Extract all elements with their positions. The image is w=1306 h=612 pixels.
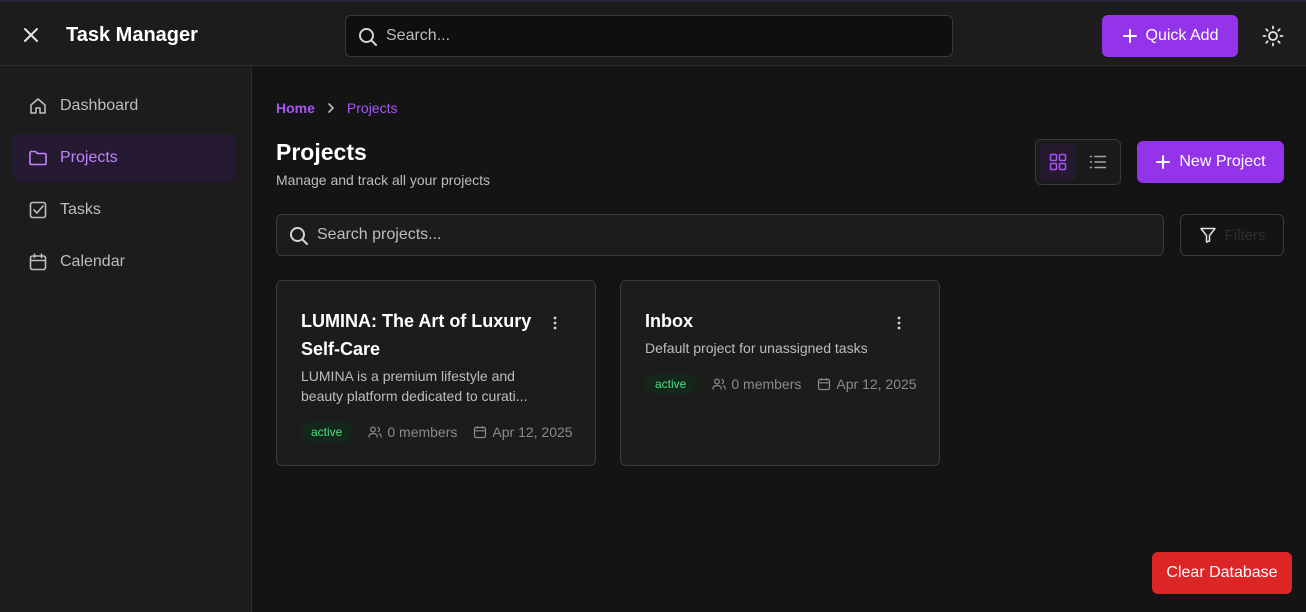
- project-menu-button[interactable]: [889, 313, 909, 333]
- quick-add-button[interactable]: Quick Add: [1102, 15, 1238, 57]
- breadcrumb-home[interactable]: Home: [276, 100, 315, 116]
- sidebar-item-calendar[interactable]: Calendar: [12, 238, 235, 286]
- project-date: Apr 12, 2025: [836, 376, 917, 392]
- members-count: 0 members: [731, 376, 802, 392]
- page-subtitle: Manage and track all your projects: [276, 172, 490, 188]
- filter-icon: [1199, 227, 1216, 243]
- list-icon: [1089, 155, 1107, 169]
- sidebar-item-dashboard[interactable]: Dashboard: [12, 82, 235, 130]
- project-description: Default project for unassigned tasks: [645, 340, 868, 356]
- project-search-input[interactable]: [317, 215, 1147, 255]
- search-icon: [290, 227, 308, 245]
- breadcrumb-current: Projects: [346, 100, 398, 116]
- sun-icon: [1262, 25, 1284, 47]
- new-project-button[interactable]: New Project: [1137, 141, 1284, 183]
- calendar-icon: [474, 426, 487, 439]
- sidebar-item-label: Calendar: [60, 253, 125, 270]
- status-badge: active: [301, 422, 353, 442]
- project-card[interactable]: Inbox Default project for unassigned tas…: [620, 280, 940, 466]
- filters-label: Filters: [1224, 226, 1266, 244]
- users-icon: [712, 378, 727, 390]
- date-info: Apr 12, 2025: [473, 424, 573, 440]
- folder-icon: [29, 150, 47, 166]
- date-info: Apr 12, 2025: [817, 376, 917, 392]
- view-toggle: [1035, 139, 1121, 185]
- project-card[interactable]: LUMINA: The Art of Luxury Self-Care LUMI…: [276, 280, 596, 466]
- list-view-button[interactable]: [1080, 144, 1116, 180]
- more-vertical-icon: [897, 316, 901, 330]
- sidebar: Dashboard Projects Tasks Calendar: [0, 66, 252, 612]
- quick-add-label: Quick Add: [1145, 27, 1219, 44]
- breadcrumb: Home Projects: [276, 100, 397, 116]
- project-title: LUMINA: The Art of Luxury Self-Care: [301, 311, 532, 359]
- plus-icon: [1122, 29, 1137, 43]
- calendar-icon: [818, 378, 831, 391]
- sidebar-item-label: Projects: [60, 149, 118, 166]
- new-project-label: New Project: [1179, 153, 1266, 170]
- sidebar-item-projects[interactable]: Projects: [12, 134, 235, 182]
- users-icon: [368, 426, 383, 438]
- project-menu-button[interactable]: [545, 313, 565, 333]
- grid-view-button[interactable]: [1040, 144, 1076, 180]
- clear-database-button[interactable]: Clear Database: [1152, 552, 1292, 594]
- close-icon: [24, 28, 38, 42]
- status-badge: active: [645, 374, 697, 394]
- project-date: Apr 12, 2025: [492, 424, 573, 440]
- app-title: Task Manager: [66, 24, 198, 46]
- filters-button[interactable]: Filters: [1180, 214, 1284, 256]
- theme-toggle-button[interactable]: [1260, 23, 1286, 49]
- project-meta: active 0 members Apr 12, 2025: [301, 422, 573, 442]
- project-meta: active 0 members Apr 12, 2025: [645, 374, 917, 394]
- home-icon: [30, 98, 46, 114]
- top-header: Task Manager Quick Add: [0, 0, 1306, 66]
- page-title: Projects: [276, 139, 367, 165]
- project-search[interactable]: [276, 214, 1164, 256]
- sidebar-item-label: Dashboard: [60, 97, 139, 114]
- project-description: LUMINA is a premium lifestyle and beauty…: [301, 368, 528, 404]
- sidebar-item-label: Tasks: [60, 201, 101, 218]
- global-search-input[interactable]: [386, 16, 936, 56]
- sidebar-item-tasks[interactable]: Tasks: [12, 186, 235, 234]
- calendar-icon: [29, 253, 47, 271]
- plus-icon: [1156, 155, 1171, 169]
- close-sidebar-button[interactable]: [18, 22, 44, 48]
- members-info: 0 members: [712, 376, 801, 392]
- chevron-right-icon: [328, 103, 334, 113]
- search-icon: [359, 28, 377, 46]
- members-info: 0 members: [368, 424, 457, 440]
- global-search[interactable]: [345, 15, 953, 57]
- more-vertical-icon: [553, 316, 557, 330]
- members-count: 0 members: [387, 424, 458, 440]
- grid-icon: [1049, 153, 1067, 171]
- project-title: Inbox: [645, 311, 693, 331]
- check-square-icon: [29, 201, 47, 219]
